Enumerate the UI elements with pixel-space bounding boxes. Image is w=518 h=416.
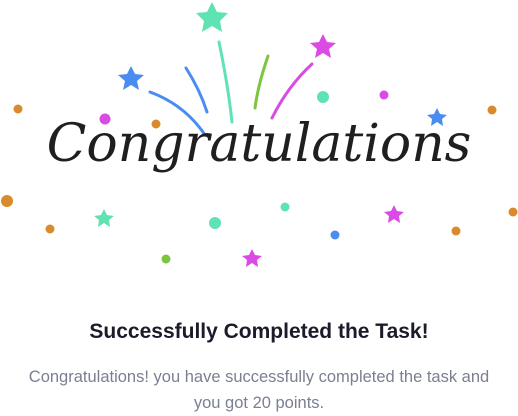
star-icon-magenta-right	[384, 205, 404, 223]
confetti-dot	[451, 226, 461, 236]
confetti-dot	[161, 254, 171, 264]
star-icon-teal-large	[196, 2, 228, 32]
star-icon-teal-left	[94, 209, 114, 227]
confetti-dot	[209, 217, 221, 229]
celebration-illustration: Congratulations	[0, 0, 518, 290]
success-heading: Successfully Completed the Task!	[89, 320, 429, 343]
confetti-dot	[13, 104, 23, 114]
confetti-dot	[45, 224, 55, 234]
star-icon-magenta-bottom	[242, 249, 262, 267]
confetti-dot	[1, 195, 13, 207]
confetti-dot	[487, 105, 497, 115]
congratulations-script-text: Congratulations	[46, 114, 472, 174]
confetti-dot	[379, 90, 389, 100]
firework-streak-teal	[217, 40, 234, 124]
confetti-dot	[317, 91, 329, 103]
success-message: Congratulations! you have successfully c…	[28, 368, 490, 412]
firework-streak-green	[253, 54, 270, 110]
confetti-dot	[280, 202, 290, 212]
confetti-dot	[508, 207, 518, 217]
firework-streak-magenta	[270, 62, 314, 120]
firework-streak-blue-2	[184, 66, 209, 114]
star-icon-blue-left	[118, 66, 144, 90]
confetti-dot	[330, 230, 340, 240]
star-icon-magenta-top	[310, 34, 336, 58]
